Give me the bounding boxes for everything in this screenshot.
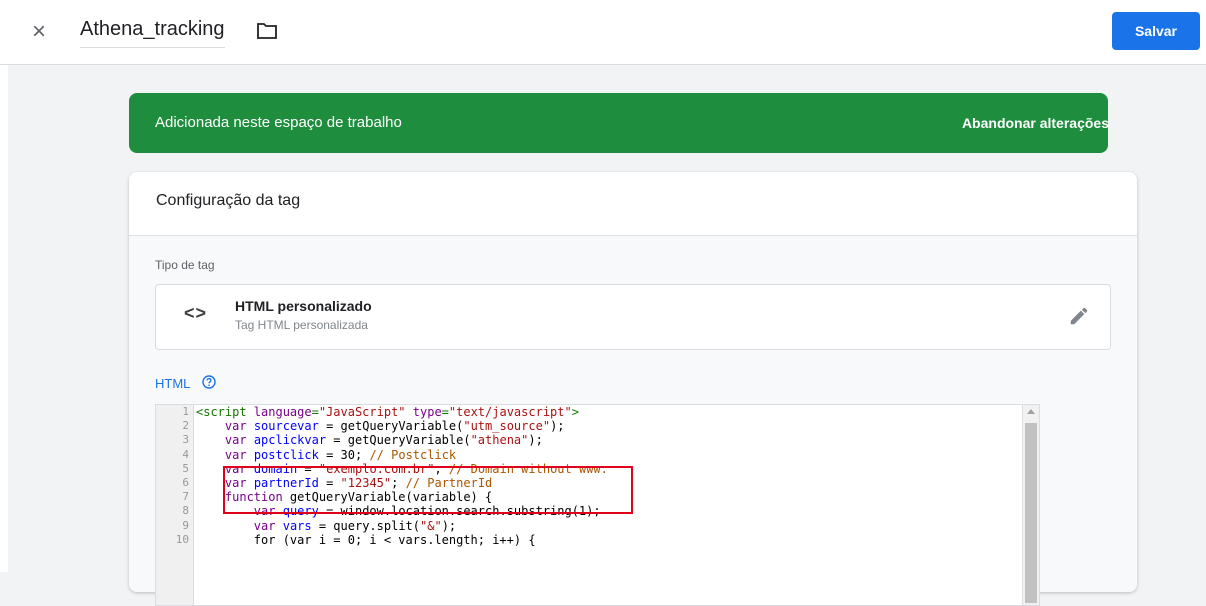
scrollbar-thumb[interactable] (1025, 423, 1037, 603)
code-line[interactable]: var vars = query.split("&"); (196, 519, 608, 533)
line-number: 9 (182, 518, 189, 532)
line-number: 6 (182, 475, 189, 489)
folder-icon[interactable] (256, 22, 278, 40)
code-token: ); (441, 518, 457, 533)
code-token: = (318, 447, 341, 462)
tag-type-label: Tipo de tag (155, 258, 215, 272)
line-number: 1 (182, 405, 189, 418)
code-editor[interactable]: 1 2 3 4 5 6 7 8 9 10 <script language="JavaScript… (155, 404, 1040, 606)
code-token: = query.split( (311, 518, 420, 533)
card-header: Configuração da tag (129, 172, 1137, 236)
code-token: "JavaScript" (318, 405, 406, 419)
banner-text: Adicionada neste espaço de trabalho (155, 114, 402, 131)
highlight-box (223, 466, 633, 514)
code-token: = getQueryVariable( (318, 419, 464, 434)
code-line[interactable]: <script language="JavaScript" type="text… (196, 405, 608, 419)
code-token: ); (550, 419, 565, 434)
code-token: postclick (253, 447, 319, 462)
code-token: vars (282, 518, 312, 533)
code-line[interactable]: var postclick = 30; // Postclick (196, 448, 608, 462)
code-line[interactable]: var apclickvar = getQueryVariable("athen… (196, 433, 608, 447)
line-number: 3 (182, 433, 189, 447)
line-number: 5 (182, 461, 189, 475)
scroll-up-icon[interactable] (1027, 409, 1035, 414)
pencil-icon[interactable] (1068, 305, 1090, 327)
html-label: HTML (155, 376, 191, 391)
code-token: var (253, 518, 276, 533)
code-token: 30 (340, 447, 355, 462)
line-number: 8 (182, 504, 189, 518)
code-token: apclickvar (253, 433, 327, 448)
code-token: ; (355, 447, 370, 462)
line-number: 2 (182, 419, 189, 433)
code-token: = getQueryVariable( (326, 433, 471, 448)
code-token: var (224, 433, 247, 448)
top-bar: × Athena_tracking Salvar (0, 0, 1206, 65)
tag-type-selector[interactable]: <> HTML personalizado Tag HTML personali… (155, 284, 1111, 350)
line-number: 7 (182, 490, 189, 504)
code-token: language (253, 405, 312, 419)
code-token: ); (528, 433, 543, 448)
discard-changes-button[interactable]: Abandonar alterações (962, 115, 1109, 131)
side-strip (0, 65, 8, 572)
code-icon: <> (184, 303, 208, 323)
code-token: type (412, 405, 442, 419)
code-token: "&" (420, 518, 442, 533)
tag-config-card: Configuração da tag Tipo de tag <> HTML … (129, 172, 1137, 606)
editor-scrollbar[interactable] (1022, 405, 1039, 605)
code-token: // Postclick (369, 447, 457, 462)
card-body: Tipo de tag <> HTML personalizado Tag HT… (129, 236, 1137, 606)
code-token: "athena" (470, 433, 529, 448)
code-token: "utm_source" (463, 419, 551, 434)
code-token: = (311, 405, 319, 419)
line-number: 10 (175, 532, 189, 546)
code-token: for (var i = 0; i < vars.length; i++) { (196, 532, 536, 547)
code-token: var (224, 447, 247, 462)
line-number: 4 (182, 447, 189, 461)
code-token: "text/javascript" (448, 405, 572, 419)
workspace-banner: Adicionada neste espaço de trabalho Aban… (129, 93, 1109, 153)
code-token: var (224, 419, 247, 434)
code-token: > (571, 405, 579, 419)
save-button[interactable]: Salvar (1112, 12, 1200, 50)
close-icon[interactable]: × (26, 19, 52, 45)
line-number-gutter: 1 2 3 4 5 6 7 8 9 10 (156, 405, 194, 605)
card-title: Configuração da tag (156, 192, 301, 209)
code-token: <script (196, 405, 254, 419)
help-icon[interactable] (202, 375, 216, 389)
tag-type-name: HTML personalizado (235, 298, 372, 314)
tag-title[interactable]: Athena_tracking (80, 18, 225, 48)
code-line[interactable]: var sourcevar = getQueryVariable("utm_so… (196, 419, 608, 433)
code-token: sourcevar (253, 419, 319, 434)
tag-type-subtitle: Tag HTML personalizada (235, 318, 368, 332)
code-line[interactable]: for (var i = 0; i < vars.length; i++) { (196, 533, 608, 547)
code-token: = (441, 405, 449, 419)
